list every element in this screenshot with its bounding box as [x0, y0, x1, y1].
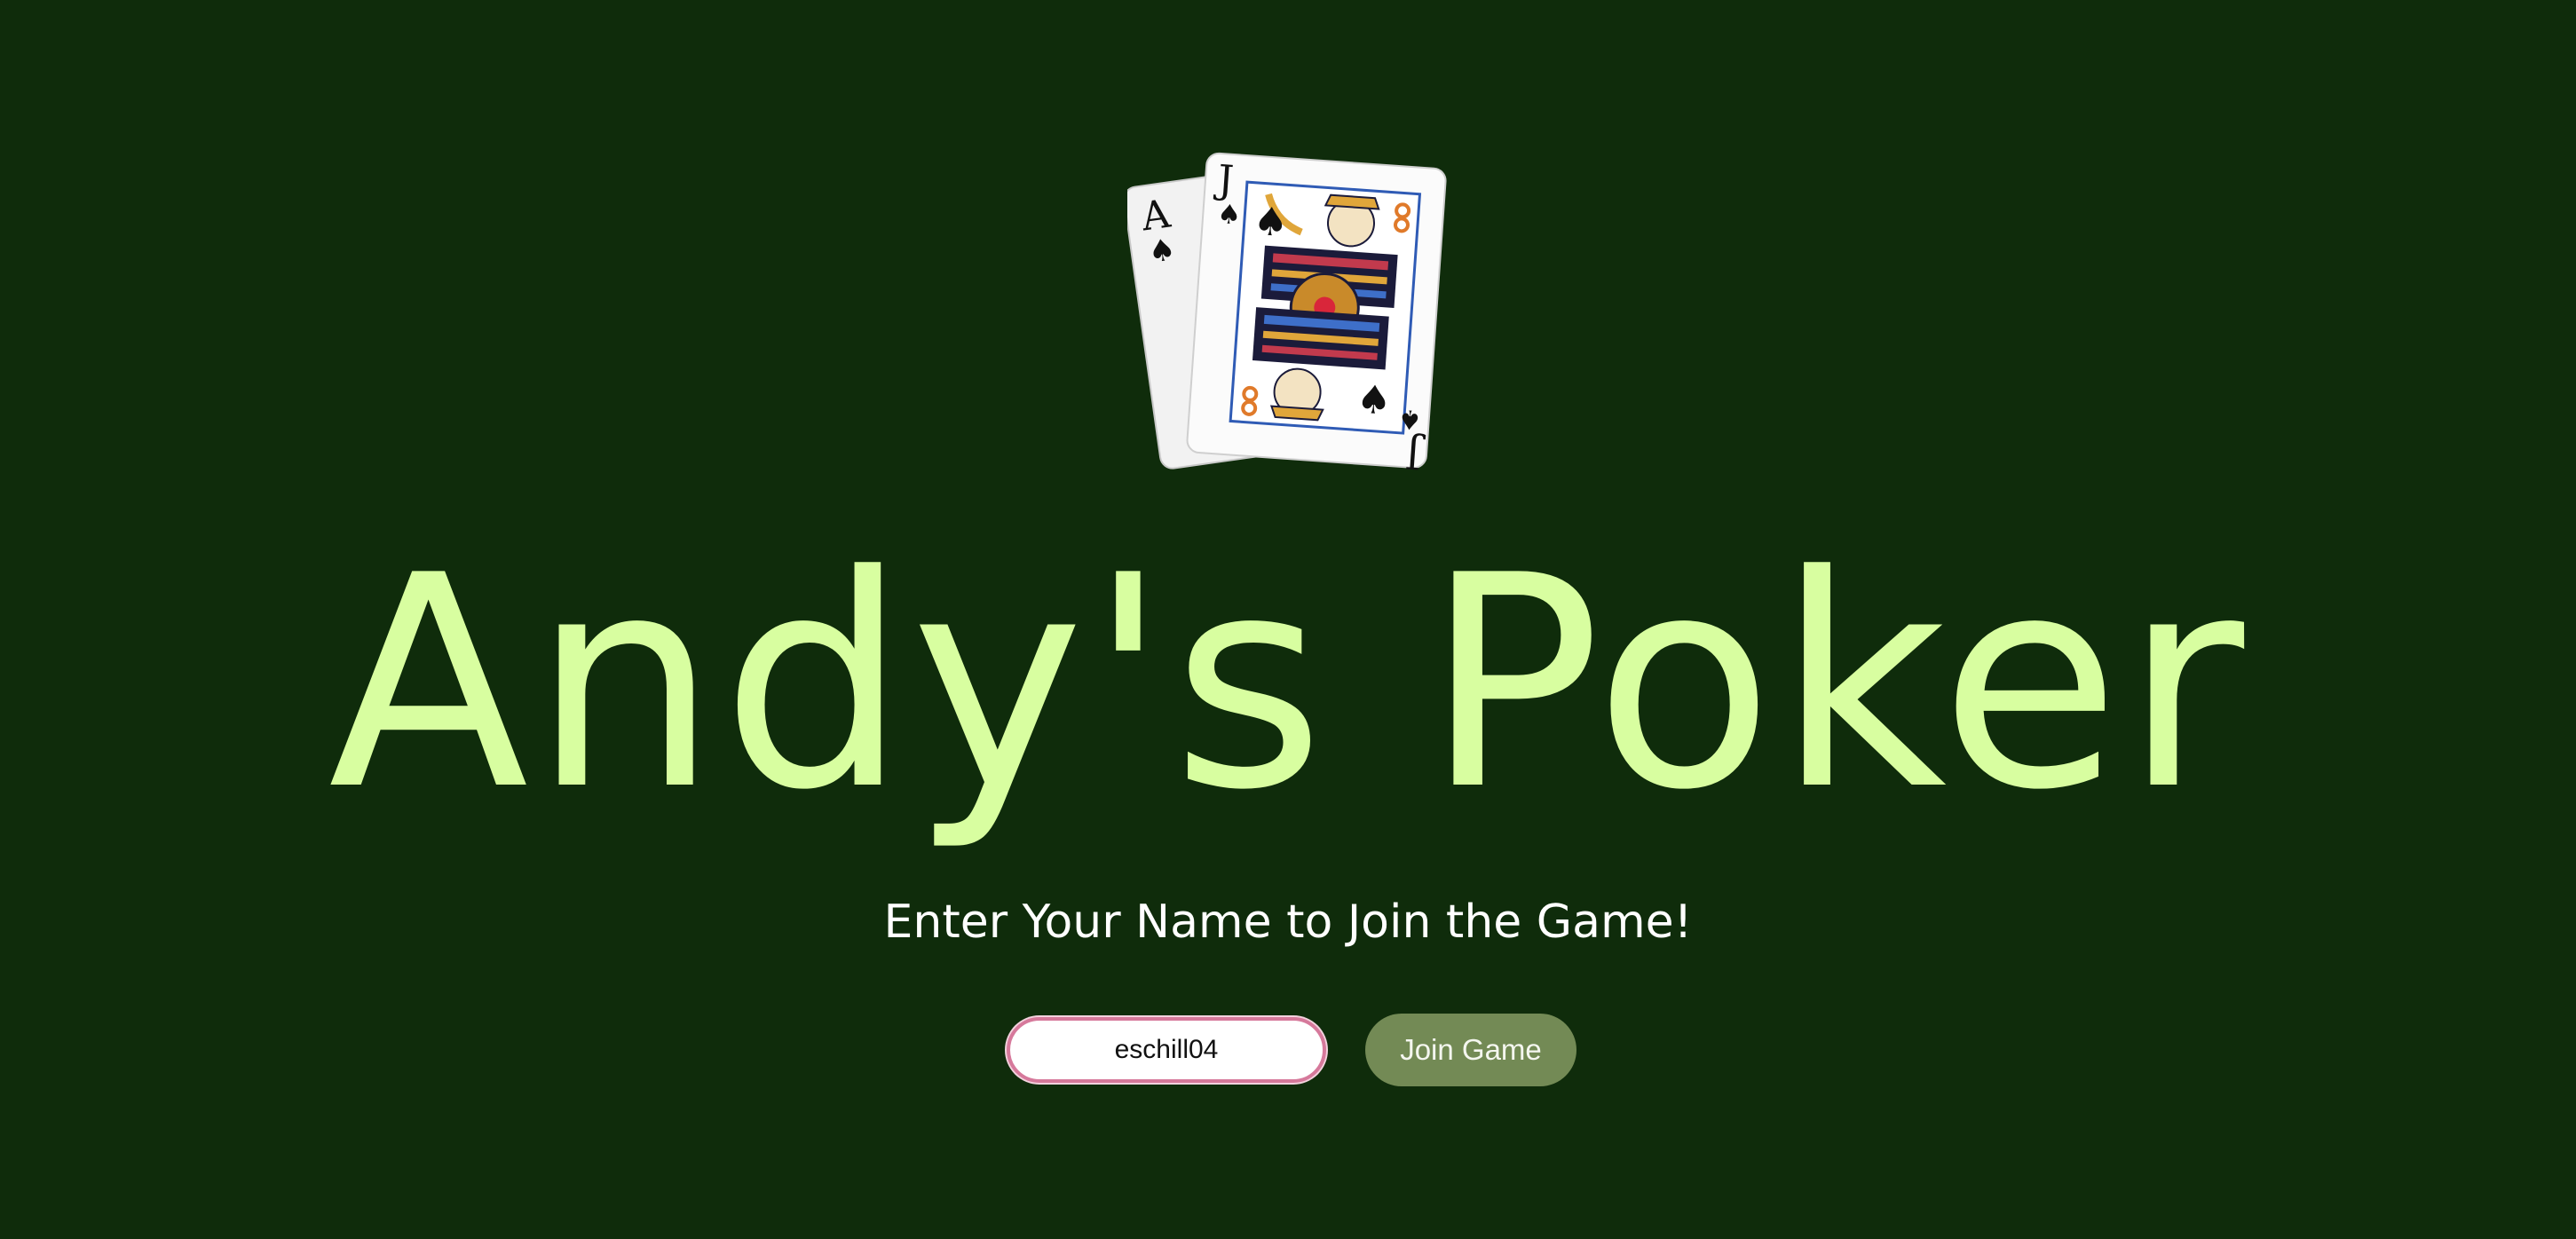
player-name-input[interactable] [1007, 1017, 1326, 1083]
ace-suit-label: ♠ [1146, 232, 1178, 271]
playing-cards-icon: A ♠ J ♠ ♠ ♠ J ♠ [1127, 142, 1465, 479]
join-game-button[interactable]: Join Game [1365, 1014, 1576, 1086]
jack-suit-label: ♠ [1216, 199, 1242, 232]
join-page: A ♠ J ♠ ♠ ♠ J ♠ Andy's Poker Enter Your … [0, 0, 2576, 1239]
jack-of-spades-card: J ♠ ♠ ♠ J ♠ [1186, 152, 1447, 477]
join-instructions: Enter Your Name to Join the Game! [883, 896, 1693, 949]
svg-text:♠: ♠ [1252, 199, 1290, 247]
jack-suit-label-inverted: ♠ [1397, 403, 1423, 436]
page-title: Andy's Poker [328, 513, 2248, 854]
svg-text:♠: ♠ [1355, 376, 1393, 424]
